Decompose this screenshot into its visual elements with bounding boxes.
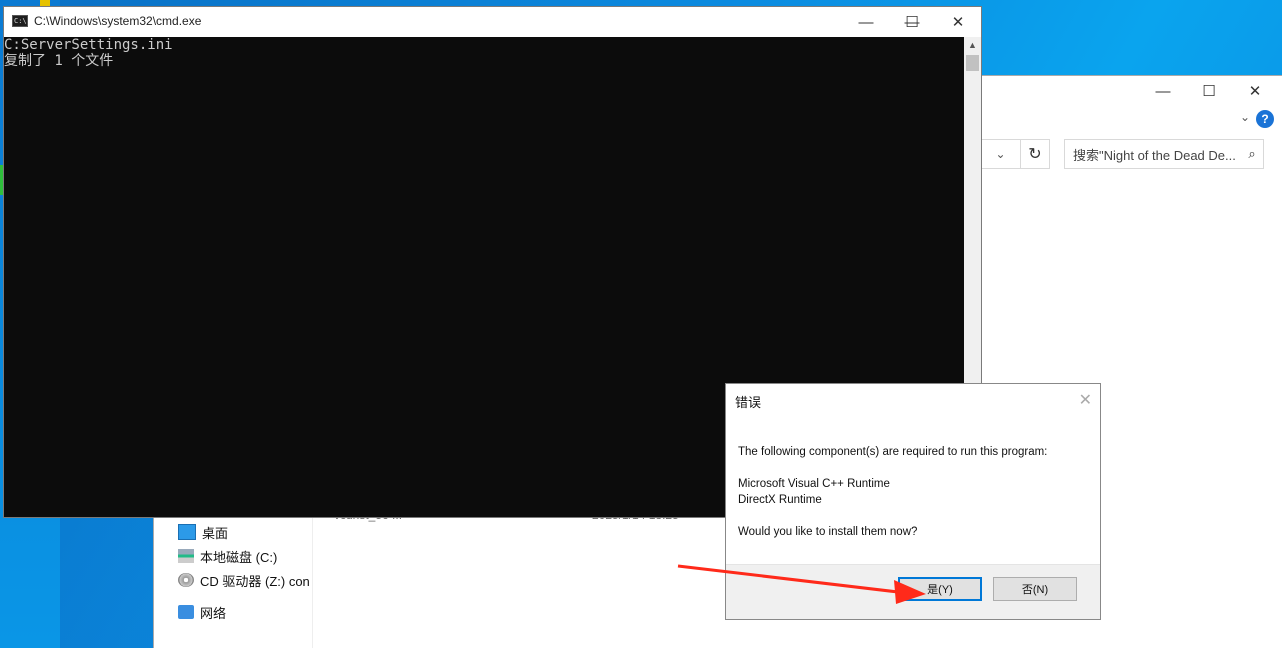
cmd-titlebar[interactable]: C:\ C:\Windows\system32\cmd.exe — bbox=[4, 7, 981, 37]
search-placeholder: 搜索"Night of the Dead De... bbox=[1073, 147, 1236, 163]
ribbon-expand-chevron-icon[interactable]: ⌄ bbox=[1240, 110, 1250, 124]
cmd-minimize-button-2[interactable]: — bbox=[843, 7, 889, 37]
refresh-button[interactable]: ↻ bbox=[1020, 139, 1050, 169]
explorer-maximize-button[interactable]: ☐ bbox=[1186, 76, 1232, 106]
nav-item-label: 本地磁盘 (C:) bbox=[200, 549, 278, 565]
dialog-title: 错误 bbox=[735, 395, 762, 410]
nav-item-local-disk[interactable]: 本地磁盘 (C:) bbox=[178, 545, 277, 567]
cmd-icon: C:\ bbox=[12, 15, 28, 27]
cmd-title: C:\Windows\system32\cmd.exe bbox=[34, 14, 202, 28]
nav-item-desktop[interactable]: 桌面 bbox=[178, 521, 228, 543]
address-dropdown-button[interactable]: ⌄ bbox=[980, 139, 1020, 169]
desktop-icon-fragment-top bbox=[40, 0, 50, 6]
nav-item-label: 桌面 bbox=[202, 525, 229, 541]
no-button[interactable]: 否(N) bbox=[993, 577, 1077, 601]
dialog-question: Would you like to install them now? bbox=[738, 526, 918, 538]
cd-drive-icon bbox=[178, 573, 194, 587]
search-icon: ⌕ bbox=[1248, 146, 1256, 161]
nav-item-cd-drive[interactable]: CD 驱动器 (Z:) con bbox=[178, 569, 310, 591]
dialog-body: The following component(s) are required … bbox=[738, 444, 1047, 540]
console-line: C:ServerSettings.ini bbox=[4, 37, 173, 53]
yes-button[interactable]: 是(Y) bbox=[898, 577, 982, 601]
scroll-up-arrow-icon[interactable]: ▲ bbox=[964, 37, 981, 54]
scroll-thumb[interactable] bbox=[966, 55, 979, 71]
component-item: DirectX Runtime bbox=[738, 494, 822, 506]
dialog-message: The following component(s) are required … bbox=[738, 446, 1048, 458]
console-line: 复制了 1 个文件 bbox=[4, 53, 114, 69]
nav-item-label: CD 驱动器 (Z:) con bbox=[200, 573, 310, 589]
nav-item-label: 网络 bbox=[200, 605, 227, 621]
error-dialog: 错误 ✕ The following component(s) are requ… bbox=[726, 384, 1100, 619]
desktop-icon bbox=[178, 524, 196, 540]
cmd-close-button[interactable]: ✕ bbox=[935, 7, 981, 37]
help-icon[interactable]: ? bbox=[1256, 110, 1274, 128]
explorer-close-button[interactable]: ✕ bbox=[1232, 76, 1278, 106]
network-icon bbox=[178, 605, 194, 619]
explorer-minimize-button[interactable]: — bbox=[1140, 76, 1186, 106]
cmd-maximize-button[interactable]: ☐ bbox=[889, 7, 935, 37]
nav-item-network[interactable]: 网络 bbox=[178, 601, 226, 623]
component-item: Microsoft Visual C++ Runtime bbox=[738, 478, 890, 490]
dialog-close-icon[interactable]: ✕ bbox=[1079, 390, 1092, 410]
dialog-footer: 是(Y) 否(N) bbox=[726, 564, 1100, 619]
navigation-pane: 桌面 本地磁盘 (C:) CD 驱动器 (Z:) con 网络 bbox=[154, 516, 313, 648]
drive-icon bbox=[178, 549, 194, 563]
search-input[interactable]: 搜索"Night of the Dead De... ⌕ bbox=[1064, 139, 1264, 169]
